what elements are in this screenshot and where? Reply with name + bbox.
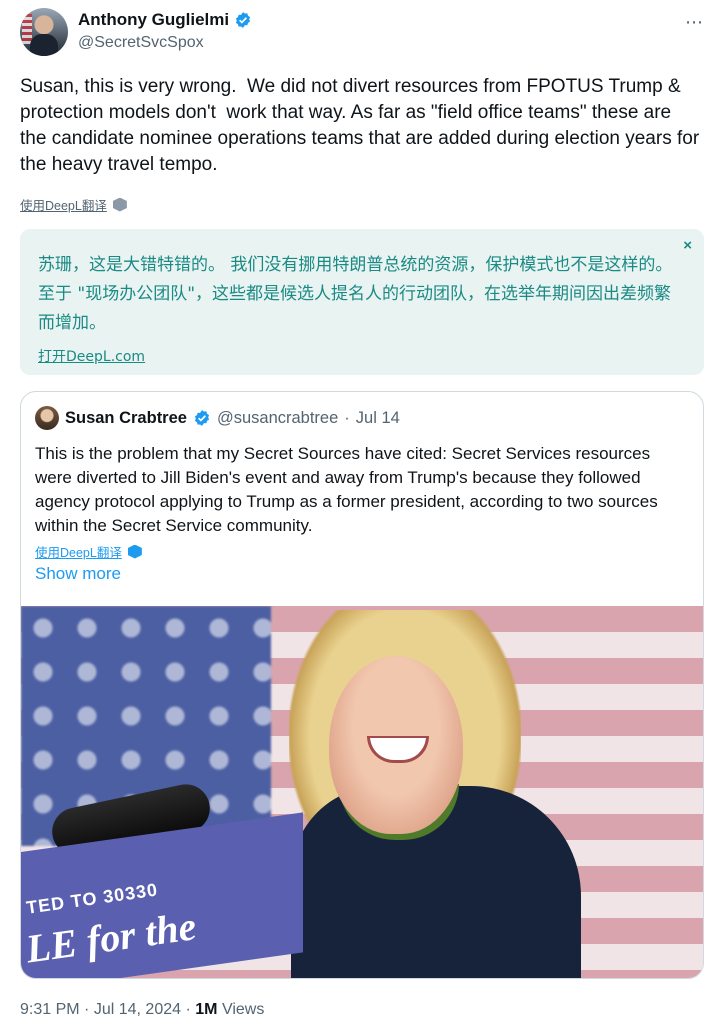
open-deepl-link[interactable]: 打开DeepL.com bbox=[38, 346, 145, 366]
quoted-tweet[interactable]: Susan Crabtree @susancrabtree · Jul 14 T… bbox=[20, 391, 704, 979]
show-more-link[interactable]: Show more bbox=[35, 564, 121, 584]
quoted-tweet-header: Susan Crabtree @susancrabtree · Jul 14 bbox=[35, 406, 400, 430]
footer-separator: · bbox=[185, 1001, 191, 1018]
quoted-tweet-photo[interactable]: TED TO 30330 LE for the bbox=[21, 606, 703, 978]
more-options-icon[interactable]: ⋯ bbox=[685, 12, 704, 33]
quoted-tweet-date[interactable]: Jul 14 bbox=[356, 409, 400, 428]
quoted-author-avatar[interactable] bbox=[35, 406, 59, 430]
tweet-time[interactable]: 9:31 PM bbox=[20, 1001, 80, 1018]
author-name-row: Anthony Guglielmi bbox=[78, 10, 252, 30]
tweet-header: Anthony Guglielmi @SecretSvcSpox ⋯ bbox=[20, 8, 706, 58]
verified-badge-icon bbox=[236, 12, 251, 28]
deepl-translate-link[interactable]: 使用DeepL翻译 bbox=[20, 195, 127, 214]
avatar-suit bbox=[30, 34, 58, 56]
quoted-author-display-name[interactable]: Susan Crabtree bbox=[65, 409, 187, 428]
tweet-date[interactable]: Jul 14, 2024 bbox=[94, 1001, 181, 1018]
quoted-author-handle[interactable]: @susancrabtree bbox=[217, 409, 338, 428]
author-display-name[interactable]: Anthony Guglielmi bbox=[78, 10, 229, 30]
quoted-tweet-body: This is the problem that my Secret Sourc… bbox=[35, 444, 658, 535]
tweet-footer: 9:31 PM · Jul 14, 2024 · 1M Views bbox=[20, 1001, 264, 1019]
author-avatar[interactable] bbox=[20, 8, 68, 56]
meta-separator: · bbox=[344, 408, 350, 427]
author-handle[interactable]: @SecretSvcSpox bbox=[78, 34, 204, 52]
translation-panel: × 苏珊，这是大错特错的。 我们没有挪用特朗普总统的资源，保护模式也不是这样的。… bbox=[20, 229, 704, 375]
tweet-body: Susan, this is very wrong. We did not di… bbox=[20, 76, 705, 175]
footer-separator: · bbox=[84, 1001, 90, 1018]
translation-text: 苏珊，这是大错特错的。 我们没有挪用特朗普总统的资源，保护模式也不是这样的。 至… bbox=[38, 255, 673, 333]
deepl-translate-label[interactable]: 使用DeepL翻译 bbox=[20, 195, 107, 214]
views-count[interactable]: 1M bbox=[195, 1001, 217, 1018]
verified-badge-icon bbox=[194, 410, 210, 426]
deepl-icon bbox=[127, 544, 142, 559]
views-label: Views bbox=[221, 1001, 265, 1018]
quoted-deepl-translate-link[interactable]: 使用DeepL翻译 bbox=[35, 542, 142, 561]
deepl-icon bbox=[112, 197, 127, 212]
quoted-deepl-translate-label[interactable]: 使用DeepL翻译 bbox=[35, 542, 122, 561]
